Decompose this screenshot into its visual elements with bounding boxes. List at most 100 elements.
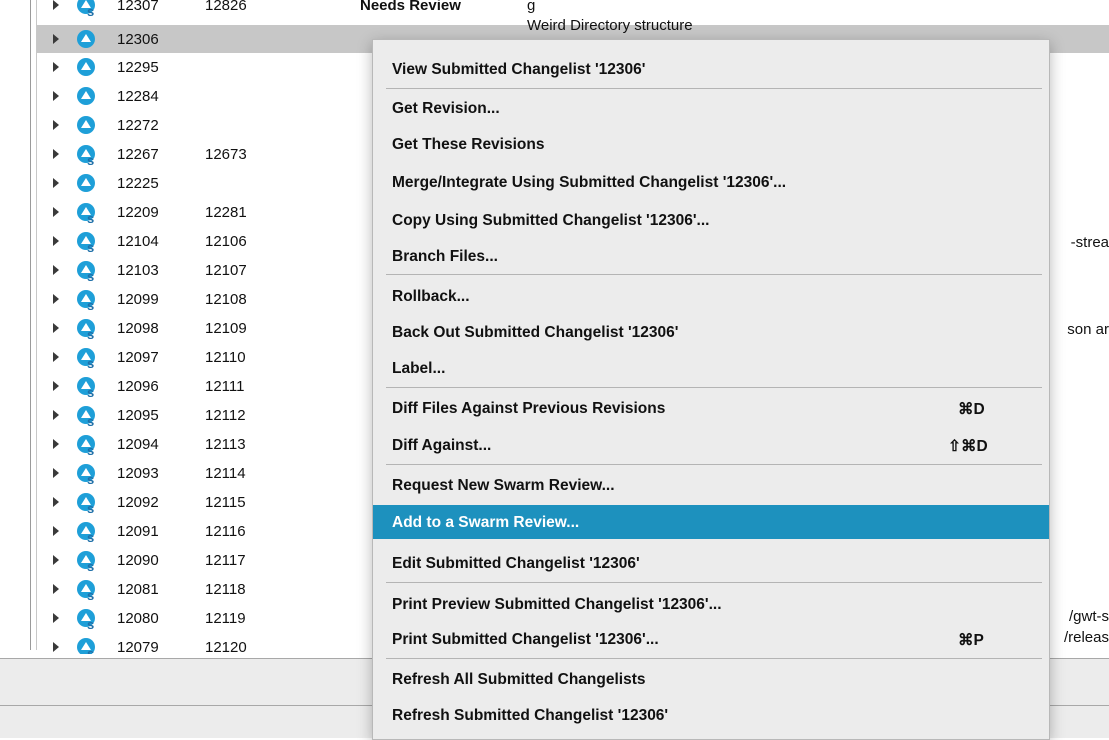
menu-item-label: Print Submitted Changelist '12306'...: [392, 631, 659, 648]
changelist-number: 12080: [117, 610, 159, 627]
menu-item-add-to-swarm-review[interactable]: Add to a Swarm Review...: [373, 505, 1049, 539]
swarm-shelved-changelist-icon: s: [77, 406, 95, 428]
shelved-number: 12108: [205, 291, 247, 308]
changelist-number: 12209: [117, 204, 159, 221]
menu-item-merge-integrate[interactable]: Merge/Integrate Using Submitted Changeli…: [373, 168, 1049, 197]
menu-separator: [386, 387, 1042, 388]
expand-arrow-icon[interactable]: [53, 613, 59, 623]
swarm-shelved-changelist-icon: s: [77, 580, 95, 602]
menu-item-label-files[interactable]: Label...: [373, 354, 1049, 383]
menu-item-label: Rollback...: [392, 288, 470, 305]
expand-arrow-icon[interactable]: [53, 120, 59, 130]
changelist-number: 12092: [117, 494, 159, 511]
menu-item-get-revision[interactable]: Get Revision...: [373, 94, 1049, 123]
shortcut-label: ⌘D: [958, 401, 985, 418]
table-border: [30, 0, 31, 650]
menu-item-refresh-all[interactable]: Refresh All Submitted Changelists: [373, 665, 1049, 694]
expand-arrow-icon[interactable]: [53, 497, 59, 507]
expand-arrow-icon[interactable]: [53, 323, 59, 333]
context-menu: View Submitted Changelist '12306' Get Re…: [372, 39, 1050, 740]
changelist-number: 12079: [117, 639, 159, 654]
expand-arrow-icon[interactable]: [53, 265, 59, 275]
changelist-number: 12099: [117, 291, 159, 308]
changelist-number: 12091: [117, 523, 159, 540]
shortcut-label: ⇧⌘D: [948, 438, 988, 455]
changelist-number: 12097: [117, 349, 159, 366]
menu-item-copy[interactable]: Copy Using Submitted Changelist '12306'.…: [373, 206, 1049, 235]
submitted-changelist-icon: [77, 174, 95, 192]
menu-item-label: Request New Swarm Review...: [392, 477, 615, 494]
changelist-number: 12103: [117, 262, 159, 279]
shelved-number: 12111: [205, 378, 245, 395]
swarm-shelved-changelist-icon: s: [77, 290, 95, 312]
expand-arrow-icon[interactable]: [53, 352, 59, 362]
expand-arrow-icon[interactable]: [53, 584, 59, 594]
shelved-number: 12112: [205, 407, 246, 424]
changelist-number: 12096: [117, 378, 159, 395]
shelved-number: 12109: [205, 320, 247, 337]
menu-item-diff-previous[interactable]: Diff Files Against Previous Revisions ⌘D: [373, 394, 1049, 423]
shelved-number: 12116: [205, 523, 246, 540]
submitted-changelist-icon: [77, 87, 95, 105]
expand-arrow-icon[interactable]: [53, 0, 59, 10]
changelist-number: 12095: [117, 407, 159, 424]
shelved-number: 12113: [205, 436, 246, 453]
expand-arrow-icon[interactable]: [53, 149, 59, 159]
menu-item-label: Refresh Submitted Changelist '12306': [392, 707, 669, 724]
shelved-number: 12120: [205, 639, 247, 654]
menu-item-label: Diff Files Against Previous Revisions: [392, 400, 666, 417]
menu-item-label: Get These Revisions: [392, 136, 545, 153]
menu-item-branch-files[interactable]: Branch Files...: [373, 242, 1049, 271]
shelved-number: 12118: [205, 581, 246, 598]
menu-item-diff-against[interactable]: Diff Against... ⇧⌘D: [373, 431, 1049, 460]
menu-item-print[interactable]: Print Submitted Changelist '12306'... ⌘P: [373, 625, 1049, 654]
menu-item-edit-changelist[interactable]: Edit Submitted Changelist '12306': [373, 549, 1049, 578]
menu-item-request-swarm-review[interactable]: Request New Swarm Review...: [373, 471, 1049, 500]
menu-item-label: Back Out Submitted Changelist '12306': [392, 324, 679, 341]
menu-item-label: View Submitted Changelist '12306': [392, 61, 646, 78]
expand-arrow-icon[interactable]: [53, 526, 59, 536]
submitted-changelist-icon: [77, 116, 95, 134]
description-fragment: -strea: [1070, 234, 1109, 251]
expand-arrow-icon[interactable]: [53, 62, 59, 72]
menu-item-print-preview[interactable]: Print Preview Submitted Changelist '1230…: [373, 590, 1049, 619]
description-fragment: son ar: [1067, 321, 1109, 338]
expand-arrow-icon[interactable]: [53, 236, 59, 246]
menu-item-label: Merge/Integrate Using Submitted Changeli…: [392, 174, 787, 191]
changelist-number: 12267: [117, 146, 159, 163]
menu-separator: [386, 464, 1042, 465]
expand-arrow-icon[interactable]: [53, 91, 59, 101]
swarm-shelved-changelist-icon: s: [77, 232, 95, 254]
submitted-changelist-icon: [77, 58, 95, 76]
menu-item-back-out[interactable]: Back Out Submitted Changelist '12306': [373, 318, 1049, 347]
swarm-shelved-changelist-icon: s: [77, 261, 95, 283]
expand-arrow-icon[interactable]: [53, 178, 59, 188]
swarm-shelved-changelist-icon: s: [77, 493, 95, 515]
menu-item-get-these-revisions[interactable]: Get These Revisions: [373, 130, 1049, 159]
expand-arrow-icon[interactable]: [53, 555, 59, 565]
shelved-number: 12115: [205, 494, 246, 511]
swarm-shelved-changelist-icon: s: [77, 319, 95, 341]
changelist-number: 12225: [117, 175, 159, 192]
expand-arrow-icon[interactable]: [53, 207, 59, 217]
shelved-number: 12114: [205, 465, 246, 482]
expand-arrow-icon[interactable]: [53, 468, 59, 478]
expand-arrow-icon[interactable]: [53, 642, 59, 652]
menu-item-label: Copy Using Submitted Changelist '12306'.…: [392, 212, 710, 229]
expand-arrow-icon[interactable]: [53, 34, 59, 44]
swarm-shelved-changelist-icon: s: [77, 638, 95, 654]
menu-item-view-changelist[interactable]: View Submitted Changelist '12306': [373, 55, 1049, 84]
menu-separator: [386, 582, 1042, 583]
menu-item-rollback[interactable]: Rollback...: [373, 282, 1049, 311]
expand-arrow-icon[interactable]: [53, 439, 59, 449]
changelist-description: g: [527, 0, 536, 14]
expand-arrow-icon[interactable]: [53, 294, 59, 304]
menu-separator: [386, 274, 1042, 275]
shelved-number: 12673: [205, 146, 247, 163]
swarm-shelved-changelist-icon: s: [77, 522, 95, 544]
swarm-shelved-changelist-icon: s: [77, 203, 95, 225]
expand-arrow-icon[interactable]: [53, 381, 59, 391]
swarm-shelved-changelist-icon: s: [77, 145, 95, 167]
menu-item-refresh-changelist[interactable]: Refresh Submitted Changelist '12306': [373, 701, 1049, 730]
expand-arrow-icon[interactable]: [53, 410, 59, 420]
